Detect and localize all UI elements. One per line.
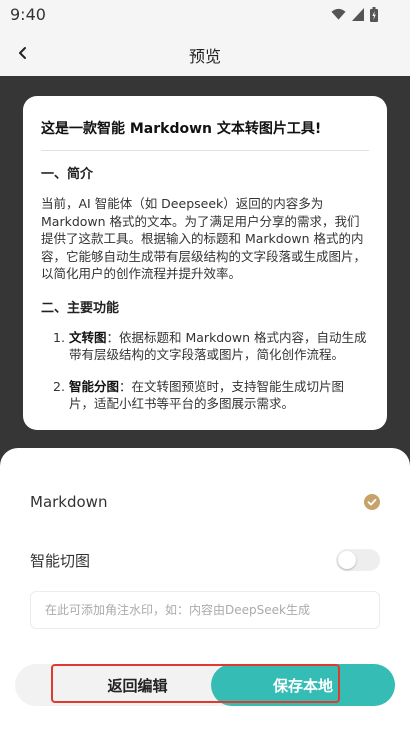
- markdown-option-label[interactable]: Markdown: [30, 493, 107, 511]
- signal-icon: [352, 8, 364, 21]
- preview-title: 这是一款智能 Markdown 文本转图片工具!: [41, 121, 322, 137]
- battery-icon: [370, 7, 378, 22]
- feature-name: 智能分图: [69, 378, 120, 394]
- feature-number: 1.: [53, 329, 65, 345]
- action-bar: 返回编辑 保存本地: [15, 664, 395, 706]
- status-bar: 9:40: [0, 0, 410, 30]
- list-item: 1. 文转图：依据标题和 Markdown 格式内容，自动生成带有层级结构的文字…: [53, 329, 369, 364]
- back-to-edit-button[interactable]: 返回编辑: [60, 664, 215, 706]
- page-title: 预览: [188, 47, 221, 66]
- smart-split-toggle[interactable]: [336, 549, 380, 571]
- check-circle-icon[interactable]: [364, 494, 380, 510]
- status-icons: [331, 7, 378, 22]
- wifi-icon: [331, 8, 346, 20]
- feature-desc: ：依据标题和 Markdown 格式内容，自动生成带有层级结构的文字段落或图片，…: [69, 329, 367, 363]
- watermark-input[interactable]: [30, 591, 380, 629]
- app-bar: 预览: [0, 30, 410, 76]
- feature-list: 1. 文转图：依据标题和 Markdown 格式内容，自动生成带有层级结构的文字…: [41, 329, 369, 413]
- intro-paragraph: 当前，AI 智能体（如 Deepseek）返回的内容多为 Markdown 格式…: [41, 196, 367, 281]
- preview-card[interactable]: 这是一款智能 Markdown 文本转图片工具! 一、简介 当前，AI 智能体（…: [23, 96, 387, 430]
- feature-name: 文转图: [69, 329, 107, 345]
- toggle-knob: [338, 551, 356, 569]
- feature-number: 2.: [53, 378, 65, 394]
- options-sheet: Markdown 智能切图 返回编辑 保存本地: [0, 448, 410, 729]
- preview-area: 这是一款智能 Markdown 文本转图片工具! 一、简介 当前，AI 智能体（…: [0, 76, 410, 466]
- preview-divider: [41, 150, 369, 151]
- section-heading-intro: 一、简介: [41, 167, 94, 182]
- list-item: 2. 智能分图：在文转图预览时，支持智能生成切片图片，适配小红书等平台的多图展示…: [53, 378, 369, 413]
- save-local-button[interactable]: 保存本地: [211, 664, 395, 706]
- smart-split-label: 智能切图: [30, 552, 91, 570]
- section-heading-features: 二、主要功能: [41, 300, 120, 316]
- status-time: 9:40: [10, 5, 46, 24]
